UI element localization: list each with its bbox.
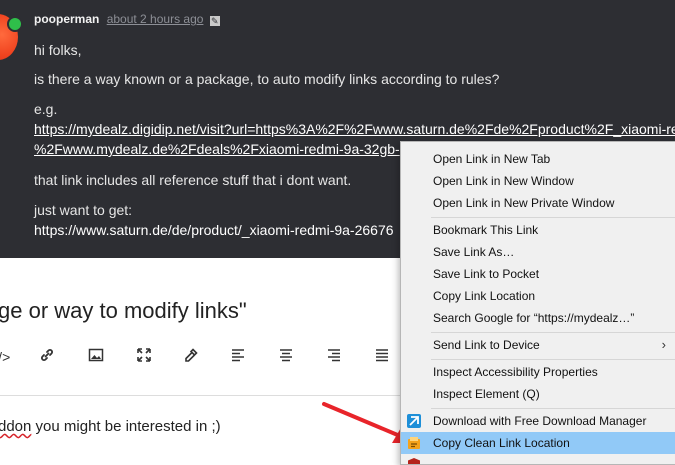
post-link-line1[interactable]: https://mydealz.digidip.net/visit?url=ht…	[34, 121, 675, 137]
link-icon[interactable]	[37, 347, 57, 367]
menu-copy-link-location[interactable]: Copy Link Location	[401, 285, 675, 307]
menu-separator	[431, 217, 675, 218]
menu-bookmark-link[interactable]: Bookmark This Link	[401, 219, 675, 241]
clean-link-icon	[408, 437, 420, 449]
post-question: is there a way known or a package, to au…	[34, 71, 500, 87]
menu-copy-clean-link[interactable]: Copy Clean Link Location	[401, 432, 675, 454]
online-status-dot	[7, 16, 23, 32]
post-clean-url: https://www.saturn.de/de/product/_xiaomi…	[34, 222, 394, 238]
image-icon[interactable]	[86, 347, 106, 367]
reply-title: ge or way to modify links"	[0, 298, 247, 323]
post-link-line2[interactable]: %2Fwww.mydealz.de%2Fdeals%2Fxiaomi-redmi…	[34, 141, 400, 157]
post-username[interactable]: pooperman	[34, 12, 99, 26]
menu-send-to-device[interactable]: Send Link to Device ›	[401, 334, 675, 356]
post-note: that link includes all reference stuff t…	[34, 172, 352, 188]
post-timestamp[interactable]: about 2 hours ago	[107, 12, 204, 26]
eyedropper-icon[interactable]	[181, 347, 201, 367]
menu-save-link-as[interactable]: Save Link As…	[401, 241, 675, 263]
reply-text-misspelled: ddon	[0, 418, 32, 435]
menu-open-private-window[interactable]: Open Link in New Private Window	[401, 192, 675, 214]
menu-separator	[431, 332, 675, 333]
menu-inspect-accessibility[interactable]: Inspect Accessibility Properties	[401, 361, 675, 383]
fdm-icon	[407, 414, 421, 428]
pencil-icon: ✎	[209, 16, 220, 26]
align-center-icon[interactable]	[276, 347, 296, 367]
fullscreen-icon[interactable]	[134, 347, 154, 367]
chevron-right-icon: ›	[661, 337, 666, 352]
post-greeting: hi folks,	[34, 42, 82, 58]
menu-download-fdm[interactable]: Download with Free Download Manager	[401, 410, 675, 432]
reply-text-rest: you might be interested in ;)	[31, 418, 221, 435]
menu-separator	[431, 408, 675, 409]
post-want: just want to get:	[34, 202, 133, 218]
menu-inspect-element[interactable]: Inspect Element (Q)	[401, 383, 675, 405]
code-button[interactable]: </>	[0, 347, 10, 367]
menu-save-to-pocket[interactable]: Save Link to Pocket	[401, 263, 675, 285]
post-eg: e.g.	[34, 101, 58, 117]
post-meta: pooperman about 2 hours ago ✎	[34, 12, 220, 26]
menu-search-google[interactable]: Search Google for “https://mydealz…”	[401, 307, 675, 329]
menu-separator	[431, 359, 675, 360]
menu-open-new-window[interactable]: Open Link in New Window	[401, 170, 675, 192]
align-left-icon[interactable]	[228, 347, 248, 367]
align-right-icon[interactable]	[324, 347, 344, 367]
align-justify-icon[interactable]	[372, 347, 392, 367]
reply-text[interactable]: ddon you might be interested in ;)	[0, 418, 221, 435]
menu-open-new-tab[interactable]: Open Link in New Tab	[401, 148, 675, 170]
context-menu: Open Link in New Tab Open Link in New Wi…	[400, 141, 675, 465]
